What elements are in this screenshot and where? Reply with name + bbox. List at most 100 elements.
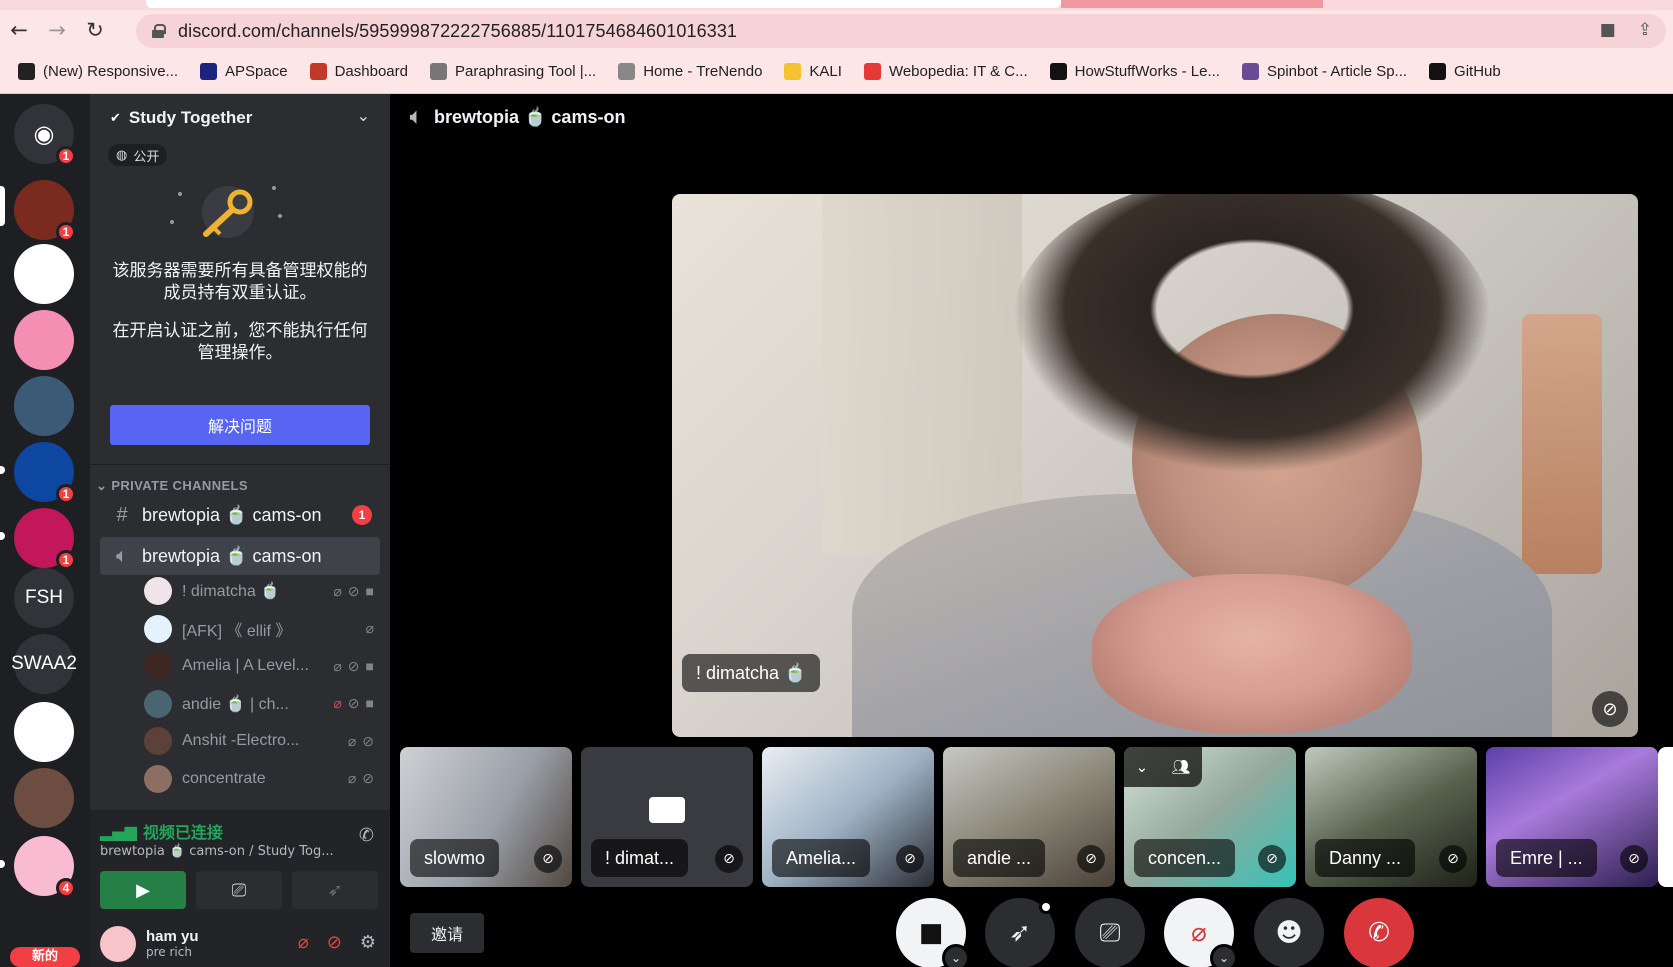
chevron-down-icon[interactable]: ⌄: [357, 106, 370, 125]
bookmark-item[interactable]: GitHub: [1429, 63, 1501, 80]
url-text[interactable]: discord.com/channels/595999872222756885/…: [178, 21, 737, 42]
video-camera-icon: ■: [365, 582, 374, 599]
disconnect-icon[interactable]: ✆: [359, 825, 374, 846]
bookmark-item[interactable]: Paraphrasing Tool |...: [429, 63, 596, 80]
server-icon[interactable]: [14, 376, 74, 436]
server-icon[interactable]: [14, 310, 74, 370]
voice-member[interactable]: Anshit -Electro... ⌀ ⊘: [144, 724, 374, 758]
video-camera-icon: ■: [365, 695, 374, 711]
voice-connection-panel: ▂▄▆ 视频已连接 brewtopia 🍵 cams-on / Study To…: [90, 810, 390, 920]
active-tab[interactable]: [146, 0, 1061, 8]
browser-tab[interactable]: [1061, 0, 1323, 8]
bookmark-item[interactable]: Home - TreNendo: [618, 63, 762, 80]
activity-button[interactable]: ➶: [985, 898, 1055, 967]
video-button[interactable]: ▶: [100, 871, 186, 909]
text-channel-brewtopia[interactable]: # brewtopia 🍵 cams-on 1: [100, 496, 380, 534]
bookmark-item[interactable]: Webopedia: IT & C...: [863, 63, 1028, 80]
member-name: andie 🍵 | ch...: [182, 695, 289, 713]
chevron-down-icon[interactable]: ⌄: [1210, 944, 1238, 967]
avatar[interactable]: [100, 925, 136, 962]
focused-video[interactable]: ! dimatcha 🍵 ⊘: [672, 194, 1638, 737]
voice-status[interactable]: ▂▄▆ 视频已连接: [100, 819, 223, 843]
video-camera-icon: ▶: [136, 879, 150, 901]
invite-button[interactable]: 邀请: [410, 913, 484, 953]
participant-tile[interactable]: ! dimat... ⊘: [581, 747, 753, 887]
voice-member[interactable]: concentrate ⌀ ⊘: [144, 762, 374, 796]
bookmark-item[interactable]: (New) Responsive...: [18, 63, 178, 80]
bookmark-item[interactable]: KALI: [784, 63, 842, 80]
voice-channel-brewtopia[interactable]: 🔈︎ brewtopia 🍵 cams-on: [100, 537, 380, 575]
stage-header: 🔈︎ brewtopia 🍵 cams-on: [410, 106, 625, 129]
discord-home-icon[interactable]: ◉ 1: [14, 104, 76, 166]
forward-icon[interactable]: →: [38, 12, 76, 48]
gear-icon[interactable]: ⚙: [360, 932, 376, 953]
bookmark-item[interactable]: Dashboard: [309, 63, 408, 80]
voice-status-subtitle[interactable]: brewtopia 🍵 cams-on / Study Tog...: [100, 844, 334, 859]
voice-member[interactable]: [AFK] 《 ellif 》 ⌀: [144, 612, 374, 646]
back-icon[interactable]: ←: [0, 12, 38, 48]
rocket-icon: ➶: [1009, 918, 1031, 948]
voice-member[interactable]: ! dimatcha 🍵 ⌀ ⊘ ■: [144, 574, 374, 608]
discord-logo-icon: ◉: [33, 120, 55, 148]
username[interactable]: ham yu: [146, 928, 199, 945]
server-label: FSH: [25, 587, 63, 608]
reload-icon[interactable]: ↻: [76, 12, 114, 48]
resolve-button[interactable]: 解决问题: [110, 405, 370, 445]
screen-share-button[interactable]: ⎚: [1075, 898, 1145, 967]
server-icon[interactable]: 1: [14, 442, 76, 504]
server-fsh[interactable]: FSH: [14, 568, 74, 628]
voice-member[interactable]: andie 🍵 | ch... ⌀ ⊘ ■: [144, 687, 374, 721]
activity-button[interactable]: ➶: [292, 871, 378, 909]
chevron-down-icon[interactable]: ⌄: [942, 944, 970, 967]
participant-tile[interactable]: Danny ... ⊘: [1305, 747, 1477, 887]
category-private-channels[interactable]: ⌄ PRIVATE CHANNELS: [96, 478, 248, 494]
leave-call-button[interactable]: ✆: [1344, 898, 1414, 967]
server-icon[interactable]: [14, 702, 74, 762]
mute-toggle-button[interactable]: ⌀ ⌄: [1164, 898, 1238, 967]
next-tile-edge[interactable]: [1658, 747, 1673, 887]
tile-controls[interactable]: ⌄ 👥︎: [1124, 747, 1202, 787]
participant-tile[interactable]: Amelia... ⊘: [762, 747, 934, 887]
microphone-off-icon: ⌀: [333, 582, 342, 599]
camera-toggle-button[interactable]: ■ ⌄: [896, 898, 970, 967]
bookmark-item[interactable]: HowStuffWorks - Le...: [1049, 63, 1220, 80]
microphone-off-icon: ⌀: [365, 620, 374, 636]
server-icon[interactable]: [14, 768, 74, 828]
notice-text-2: 在开启认证之前，您不能执行任何管理操作。: [112, 321, 368, 363]
participant-tile[interactable]: Emre | ... ⊘: [1486, 747, 1658, 887]
bookmark-item[interactable]: APSpace: [200, 63, 288, 80]
lock-icon[interactable]: [152, 24, 166, 38]
participant-tile[interactable]: ⌄ 👥︎ concen... ⊘: [1124, 747, 1296, 887]
people-icon[interactable]: 👥︎: [1171, 758, 1190, 776]
bookmarks-bar: (New) Responsive... APSpace Dashboard Parap…: [0, 50, 1673, 94]
github-icon: [1429, 63, 1447, 80]
address-bar[interactable]: discord.com/channels/595999872222756885/…: [136, 14, 1666, 48]
screen-share-button[interactable]: ⎚: [196, 871, 282, 909]
server-header[interactable]: ✔ Study Together ⌄: [90, 94, 390, 142]
avatar: [144, 652, 172, 680]
q-icon: [863, 63, 881, 80]
camera-blocked-icon[interactable]: ■: [1600, 20, 1616, 40]
member-name: Anshit -Electro...: [182, 732, 300, 749]
participant-tile[interactable]: andie ... ⊘: [943, 747, 1115, 887]
deafened-icon: ⊘: [362, 732, 374, 749]
dashboard-icon: [309, 63, 327, 80]
server-swaa2[interactable]: SWAA2: [11, 634, 77, 694]
server-icon[interactable]: 1: [14, 508, 76, 570]
bookmark-label: APSpace: [225, 63, 288, 80]
deafened-icon: ⊘: [1592, 691, 1628, 727]
soundboard-button[interactable]: ☻: [1254, 898, 1324, 967]
participant-tile[interactable]: slowmo ⊘: [400, 747, 572, 887]
server-icon[interactable]: 4: [14, 836, 76, 898]
mention-badge: 1: [56, 222, 76, 242]
bookmark-item[interactable]: Spinbot - Article Sp...: [1241, 63, 1407, 80]
deafen-icon[interactable]: ⊘: [327, 932, 342, 953]
server-icon[interactable]: 1: [14, 180, 76, 242]
chevron-down-icon[interactable]: ⌄: [1136, 758, 1149, 776]
t-icon: [618, 63, 636, 80]
mute-icon[interactable]: ⌀: [298, 932, 309, 953]
voice-member[interactable]: Amelia | A Level... ⌀ ⊘ ■: [144, 649, 374, 683]
share-icon[interactable]: ⇪: [1638, 20, 1652, 40]
server-icon[interactable]: [14, 244, 74, 304]
new-badge[interactable]: 新的: [10, 947, 80, 967]
